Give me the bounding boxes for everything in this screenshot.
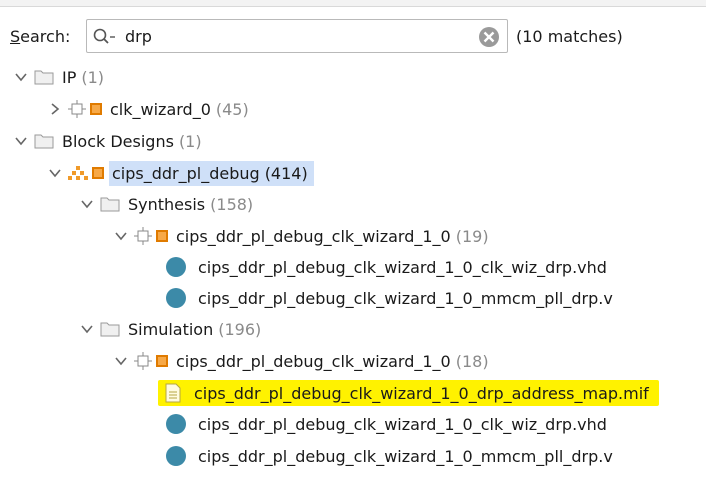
search-icon[interactable] bbox=[93, 28, 119, 50]
chevron-down-icon[interactable] bbox=[80, 322, 94, 336]
folder-icon bbox=[100, 322, 120, 337]
chevron-right-icon[interactable] bbox=[48, 102, 62, 116]
tree-node-synthesis[interactable]: Synthesis (158) bbox=[80, 189, 253, 219]
document-icon bbox=[165, 383, 181, 403]
block-design-icon bbox=[68, 166, 88, 180]
selected-node-label[interactable]: cips_ddr_pl_debug (414) bbox=[109, 160, 314, 186]
file-dot-icon bbox=[166, 414, 186, 434]
ip-status-icon bbox=[156, 355, 168, 367]
top-panel-edge bbox=[0, 0, 706, 7]
ip-core-icon bbox=[68, 100, 86, 118]
tree-file-simulation-mmcm-pll-drp[interactable]: cips_ddr_pl_debug_clk_wizard_1_0_mmcm_pl… bbox=[166, 441, 613, 471]
chevron-down-icon[interactable] bbox=[114, 354, 128, 368]
chevron-down-icon[interactable] bbox=[114, 229, 128, 243]
search-value: drp bbox=[125, 27, 152, 46]
ip-core-icon bbox=[134, 227, 152, 245]
tree-file-simulation-drp-address-map[interactable]: cips_ddr_pl_debug_clk_wizard_1_0_drp_add… bbox=[158, 378, 659, 408]
ip-status-icon bbox=[156, 230, 168, 242]
tree-file-synthesis-mmcm-pll-drp[interactable]: cips_ddr_pl_debug_clk_wizard_1_0_mmcm_pl… bbox=[166, 283, 613, 313]
tree-file-synthesis-clk-wiz-drp[interactable]: cips_ddr_pl_debug_clk_wizard_1_0_clk_wiz… bbox=[166, 252, 607, 282]
ip-core-icon bbox=[134, 352, 152, 370]
search-label: Search: bbox=[10, 27, 71, 46]
tree-node-ip[interactable]: IP (1) bbox=[14, 62, 104, 92]
folder-icon bbox=[34, 70, 54, 85]
chevron-down-icon[interactable] bbox=[14, 134, 28, 148]
highlighted-file[interactable]: cips_ddr_pl_debug_clk_wizard_1_0_drp_add… bbox=[158, 380, 659, 406]
tree-node-block-designs[interactable]: Block Designs (1) bbox=[14, 126, 202, 156]
chevron-down-icon[interactable] bbox=[80, 197, 94, 211]
ip-status-icon bbox=[90, 103, 102, 115]
clear-icon[interactable] bbox=[478, 26, 500, 52]
file-dot-icon bbox=[166, 257, 186, 277]
file-dot-icon bbox=[166, 288, 186, 308]
tree-node-simulation-wizard[interactable]: cips_ddr_pl_debug_clk_wizard_1_0 (18) bbox=[114, 346, 489, 376]
chevron-down-icon[interactable] bbox=[14, 70, 28, 84]
search-input[interactable]: drp bbox=[86, 19, 508, 53]
tree-node-clk-wizard[interactable]: clk_wizard_0 (45) bbox=[48, 94, 249, 124]
ip-status-icon bbox=[92, 167, 104, 179]
chevron-down-icon[interactable] bbox=[48, 166, 62, 180]
folder-icon bbox=[100, 197, 120, 212]
tree-file-simulation-clk-wiz-drp[interactable]: cips_ddr_pl_debug_clk_wizard_1_0_clk_wiz… bbox=[166, 409, 607, 439]
folder-icon bbox=[34, 134, 54, 149]
match-count: (10 matches) bbox=[516, 27, 623, 46]
tree-node-synthesis-wizard[interactable]: cips_ddr_pl_debug_clk_wizard_1_0 (19) bbox=[114, 221, 489, 251]
file-dot-icon bbox=[166, 446, 186, 466]
tree-node-simulation[interactable]: Simulation (196) bbox=[80, 314, 261, 344]
tree-node-cips-ddr-pl-debug[interactable]: cips_ddr_pl_debug (414) bbox=[48, 158, 314, 188]
